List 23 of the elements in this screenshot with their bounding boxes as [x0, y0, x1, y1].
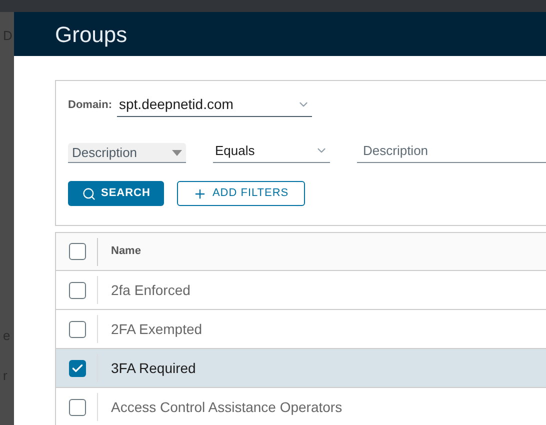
add-filters-button[interactable]: ADD FILTERS	[177, 181, 305, 206]
column-header[interactable]: Name	[111, 243, 141, 260]
dialog-title: Groups	[55, 20, 128, 49]
domain-label: Domain:	[68, 98, 112, 112]
checkbox[interactable]	[69, 282, 86, 298]
description-field[interactable]: Description	[357, 139, 546, 163]
table-cell-text: 2FA Exempted	[111, 320, 202, 339]
check-icon	[71, 362, 84, 374]
table-cell-text: 2fa Enforced	[111, 280, 190, 300]
search-button[interactable]: SEARCH	[68, 181, 164, 206]
operator-select[interactable]: Equals	[213, 139, 330, 163]
table-cell-text: 3FA Required	[111, 358, 196, 378]
checkbox[interactable]	[69, 320, 86, 338]
plus-icon	[193, 186, 208, 200]
table-row[interactable]: 3FA Required	[56, 349, 546, 388]
checkbox[interactable]	[69, 360, 86, 376]
checkbox[interactable]	[69, 243, 86, 260]
domain-select[interactable]: spt.deepnetid.com	[117, 93, 312, 117]
field-select[interactable]: Description	[68, 143, 186, 163]
checkbox[interactable]	[69, 398, 86, 416]
search-icon	[82, 186, 96, 200]
caret-icon	[172, 150, 182, 156]
table-cell-text: Access Control Assistance Operators	[111, 398, 342, 417]
